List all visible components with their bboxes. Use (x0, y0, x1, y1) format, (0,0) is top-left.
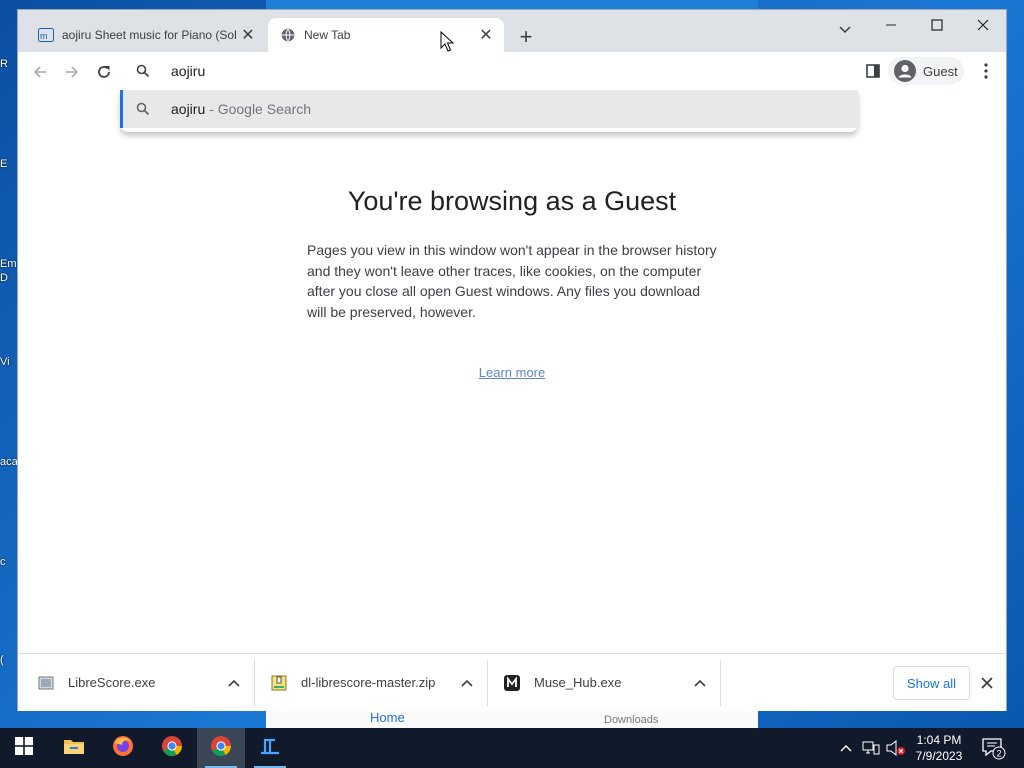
show-hidden-icons-chevron-up-icon[interactable] (836, 728, 856, 768)
close-tab-icon[interactable]: ✕ (476, 25, 496, 45)
installer-icon (38, 675, 54, 691)
guest-new-tab-page: You're browsing as a Guest Pages you vie… (18, 90, 1006, 653)
download-shelf: LibreScore.exe dl-librescore-master.zip … (18, 653, 1006, 711)
guest-avatar-icon (894, 60, 916, 82)
desktop-icon-label[interactable]: R (0, 58, 18, 70)
toolbar: aojiru Guest (18, 52, 1006, 91)
side-panel-icon[interactable] (863, 61, 883, 81)
clock-time: 1:04 PM (916, 733, 962, 747)
desktop-icon-label[interactable]: aca (0, 456, 18, 468)
taskbar-firefox[interactable] (99, 728, 147, 768)
browser-window: m aojiru Sheet music for Piano (Sol ✕ Ne… (18, 10, 1006, 711)
desktop-icon-label[interactable]: D (0, 272, 18, 284)
taskbar: 1:04 PM 7/9/2023 2 (0, 728, 1024, 768)
learn-more-link-text[interactable]: Learn more (479, 365, 545, 380)
chevron-up-icon[interactable] (226, 675, 242, 691)
download-filename: LibreScore.exe (68, 675, 156, 690)
chrome-icon (161, 735, 183, 762)
taskbar-chrome-active[interactable] (197, 728, 245, 768)
download-filename: dl-librescore-master.zip (301, 675, 436, 690)
taskbar-file-explorer[interactable] (50, 728, 98, 768)
omnibox-input[interactable]: aojiru (171, 63, 205, 79)
clock-date: 7/9/2023 (915, 749, 963, 763)
windows-logo-icon (15, 736, 33, 760)
tab-musescore[interactable]: m aojiru Sheet music for Piano (Sol ✕ (26, 18, 266, 52)
learn-more-link: Learn more (18, 365, 1006, 380)
suggestion-query: aojiru (171, 101, 206, 117)
musehub-icon (504, 674, 520, 691)
kebab-menu-icon[interactable] (976, 61, 996, 81)
suggestion-google-search[interactable]: aojiru - Google Search (120, 90, 858, 128)
download-divider (720, 660, 721, 706)
musescore-icon: m (38, 27, 54, 43)
zip-archive-icon (271, 675, 287, 691)
forward-arrow-icon[interactable] (58, 58, 86, 86)
mouse-cursor-icon (440, 30, 455, 58)
globe-icon (280, 27, 296, 43)
omnibox[interactable]: aojiru (120, 52, 858, 90)
reload-icon[interactable] (90, 58, 118, 86)
suggestion-separator: - (205, 101, 218, 117)
notification-count: 2 (996, 749, 1001, 759)
firefox-icon (112, 735, 134, 762)
download-item[interactable]: dl-librescore-master.zip (251, 654, 475, 711)
maximize-button[interactable] (914, 10, 960, 40)
chrome-icon (210, 735, 232, 762)
chevron-up-icon[interactable] (692, 675, 708, 691)
desktop-icon-label[interactable]: ( (0, 654, 18, 666)
start-button[interactable] (0, 728, 48, 768)
minimize-button[interactable] (868, 10, 914, 40)
back-arrow-icon[interactable] (26, 58, 54, 86)
notification-center-icon[interactable]: 2 (980, 736, 1006, 760)
tab-strip: m aojiru Sheet music for Piano (Sol ✕ Ne… (18, 10, 1006, 52)
profile-button[interactable]: Guest (888, 57, 964, 85)
background-window-titlebar (266, 0, 758, 10)
folder-icon (63, 737, 85, 760)
taskbar-librescore[interactable] (246, 728, 294, 768)
network-icon[interactable] (860, 728, 882, 768)
desktop-icon-label[interactable]: E (0, 158, 18, 170)
desktop-icon-label[interactable]: Vi (0, 356, 18, 368)
desktop-icon-label[interactable]: c (0, 556, 18, 568)
volume-muted-icon[interactable] (884, 728, 908, 768)
profile-name: Guest (923, 63, 958, 79)
tab-title: aojiru Sheet music for Piano (Sol (62, 28, 237, 42)
tab-search-chevron-down-icon[interactable] (831, 16, 859, 44)
download-filename: Muse_Hub.exe (534, 675, 622, 690)
close-window-button[interactable] (960, 10, 1006, 40)
taskbar-chrome[interactable] (148, 728, 196, 768)
selection-indicator (120, 90, 123, 128)
suggestion-source: Google Search (217, 101, 312, 117)
tab-new-tab[interactable]: New Tab ✕ (268, 18, 504, 52)
search-icon (136, 64, 150, 83)
download-item[interactable]: Muse_Hub.exe (484, 654, 708, 711)
close-tab-icon[interactable]: ✕ (238, 25, 258, 45)
page-title: You're browsing as a Guest (347, 186, 677, 216)
omnibox-suggestions: aojiru - Google Search (120, 90, 858, 132)
home-tab[interactable]: Home (370, 710, 405, 725)
system-clock[interactable]: 1:04 PM 7/9/2023 (908, 732, 970, 764)
desktop-icon-label[interactable]: Em (0, 258, 18, 270)
svg-text:m: m (40, 31, 48, 41)
suggestion-text: aojiru - Google Search (171, 101, 311, 117)
librescore-icon (259, 736, 281, 761)
chevron-up-icon[interactable] (459, 675, 475, 691)
guest-description: Pages you view in this window won't appe… (307, 242, 717, 320)
downloads-tab[interactable]: Downloads (604, 714, 658, 726)
search-icon (136, 102, 150, 121)
new-tab-button[interactable]: + (514, 24, 538, 49)
show-all-downloads-button[interactable]: Show all (893, 666, 970, 700)
close-shelf-icon[interactable] (978, 674, 996, 692)
download-item[interactable]: LibreScore.exe (18, 654, 242, 711)
